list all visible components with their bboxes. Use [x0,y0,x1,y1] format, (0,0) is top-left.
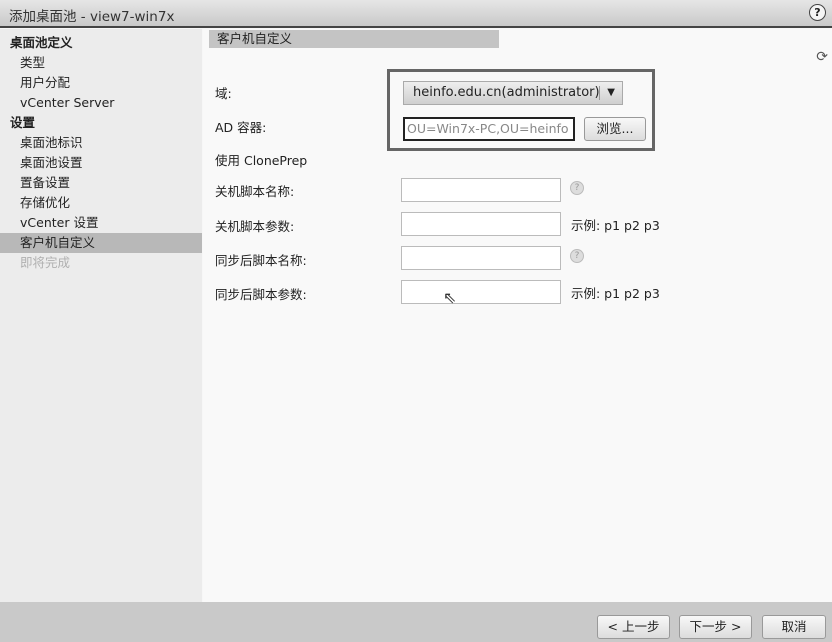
back-button[interactable]: < 上一步 [597,615,670,639]
sidebar-item-pool-id[interactable]: 桌面池标识 [0,133,202,153]
post-sync-script-params-input[interactable] [401,280,561,304]
sidebar-header-settings: 设置 [10,115,36,130]
chevron-down-icon: ▼ [607,87,615,98]
title-bar: 添加桌面池 - view7-win7x ? [0,0,832,28]
shutdown-script-params-input[interactable] [401,212,561,236]
domain-label: 域: [215,86,232,101]
help-icon[interactable]: ? [809,4,826,21]
ad-container-input[interactable]: OU=Win7x-PC,OU=heinfo [403,117,575,141]
sidebar-item-type[interactable]: 类型 [0,53,202,73]
help-icon[interactable]: ? [570,181,584,195]
mouse-cursor-icon: ⇖ [443,288,457,307]
ad-container-label: AD 容器: [215,120,267,135]
sidebar-item-pool-settings[interactable]: 桌面池设置 [0,153,202,173]
next-button[interactable]: 下一步 > [679,615,752,639]
wizard-sidebar: 桌面池定义 类型 用户分配 vCenter Server 设置 桌面池标识 桌面… [0,29,202,602]
shutdown-script-params-label: 关机脚本参数: [215,219,295,234]
post-sync-script-name-input[interactable] [401,246,561,270]
domain-value: heinfo.edu.cn(administrator) [413,85,600,100]
cloneprep-label: 使用 ClonePrep [215,153,308,168]
sidebar-item-guest-customization[interactable]: 客户机自定义 [0,233,202,253]
cancel-button[interactable]: 取消 [762,615,826,639]
section-title: 客户机自定义 [209,30,499,48]
post-sync-script-params-label: 同步后脚本参数: [215,287,307,302]
window-title: 添加桌面池 - view7-win7x [9,9,175,25]
sidebar-item-user-assignment[interactable]: 用户分配 [0,73,202,93]
sidebar-item-vcenter-server[interactable]: vCenter Server [0,93,202,113]
example-text: 示例: p1 p2 p3 [571,218,660,233]
footer-bar: < 上一步 下一步 > 取消 [0,602,832,642]
refresh-icon[interactable]: ⟳ [816,49,828,65]
main-panel: 客户机自定义 ⟳ 域: AD 容器: 使用 ClonePrep heinfo.e… [203,29,832,602]
example-text: 示例: p1 p2 p3 [571,286,660,301]
browse-button[interactable]: 浏览... [584,117,646,141]
shutdown-script-name-input[interactable] [401,178,561,202]
sidebar-item-ready-to-complete: 即将完成 [20,255,71,270]
post-sync-script-name-label: 同步后脚本名称: [215,253,307,268]
sidebar-item-storage[interactable]: 存储优化 [0,193,202,213]
sidebar-item-vcenter-settings[interactable]: vCenter 设置 [0,213,202,233]
highlight-box: heinfo.edu.cn(administrator) ▼ OU=Win7x-… [387,69,655,151]
domain-dropdown[interactable]: heinfo.edu.cn(administrator) ▼ [403,81,623,105]
help-icon[interactable]: ? [570,249,584,263]
dropdown-separator [599,86,600,100]
sidebar-header-pool-definition: 桌面池定义 [10,35,73,50]
shutdown-script-name-label: 关机脚本名称: [215,184,295,199]
sidebar-item-provisioning[interactable]: 置备设置 [0,173,202,193]
